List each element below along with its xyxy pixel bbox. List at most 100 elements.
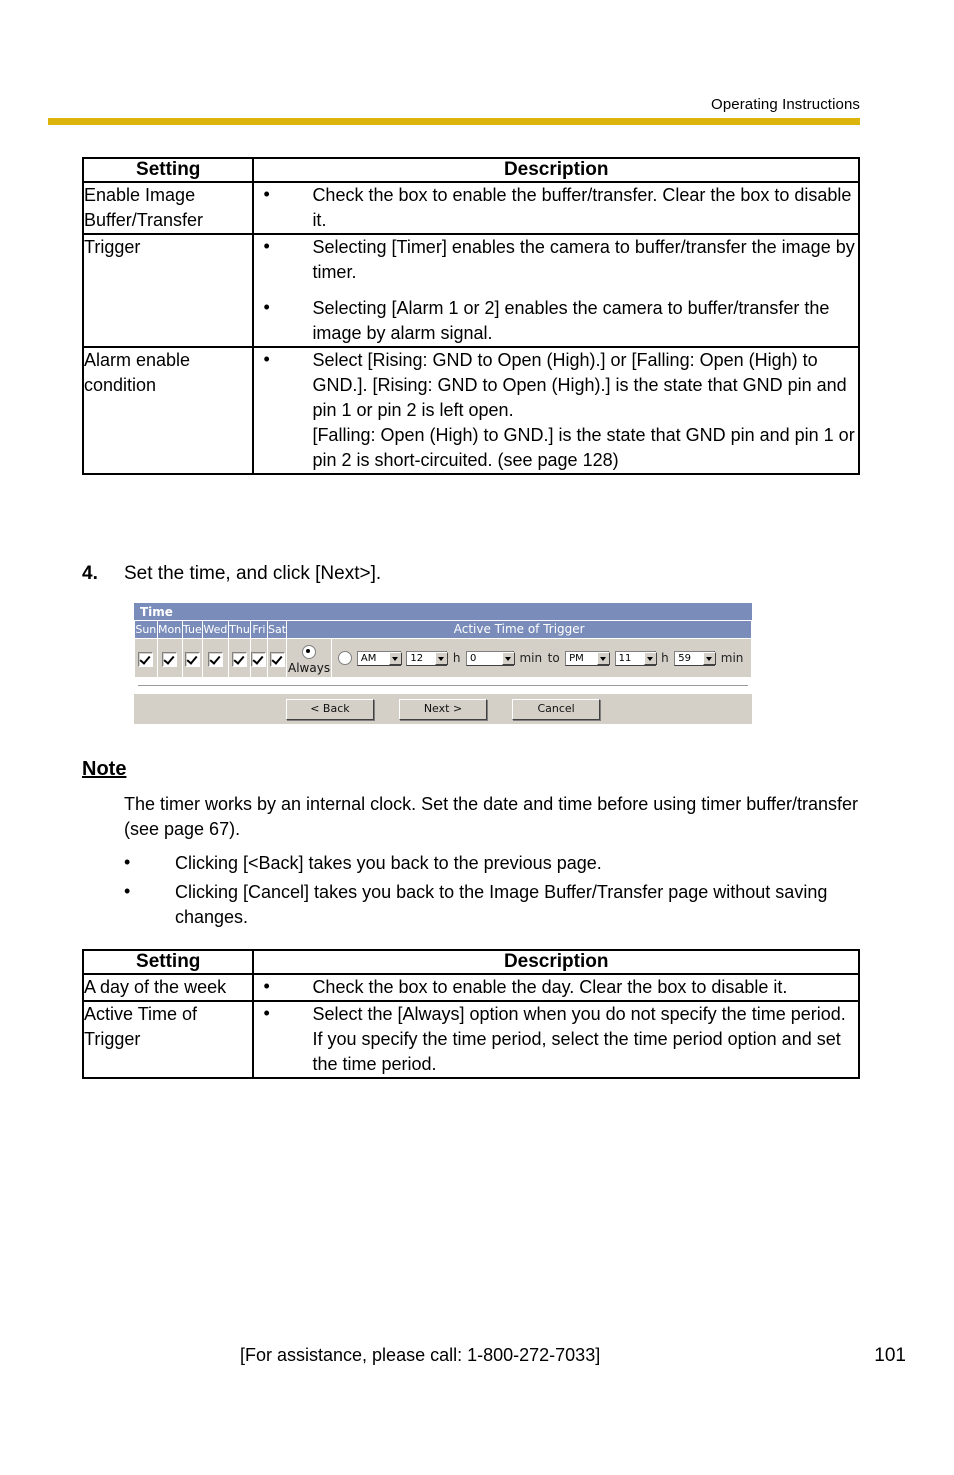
day-header-sun: Sun xyxy=(134,620,158,639)
list-item: • Select [Rising: GND to Open (High).] o… xyxy=(254,348,858,473)
day-checkbox-row: Always AM 12 h 0 min to PM 11 h 59 min xyxy=(134,638,753,678)
bullet-icon: • xyxy=(124,852,131,872)
day-cell-thu[interactable] xyxy=(227,638,252,678)
to-hour-unit: h xyxy=(661,651,669,665)
setting-description: • Selecting [Timer] enables the camera t… xyxy=(252,233,860,348)
header-title: Operating Instructions xyxy=(711,96,860,113)
always-label: Always xyxy=(288,661,331,675)
select-to-meridiem[interactable]: PM xyxy=(565,650,611,666)
setting-name: Enable Image Buffer/Transfer xyxy=(81,181,255,235)
column-header-description: Description xyxy=(252,157,860,183)
bullet-icon: • xyxy=(124,881,131,901)
settings-table-1: Setting Description Enable Image Buffer/… xyxy=(81,157,860,475)
note-heading: Note xyxy=(82,758,127,780)
checkbox-sat[interactable] xyxy=(269,651,285,667)
column-header-setting: Setting xyxy=(81,949,255,975)
setting-name: A day of the week xyxy=(81,973,255,1002)
select-to-minute[interactable]: 59 xyxy=(674,650,717,666)
note-paragraph: The timer works by an internal clock. Se… xyxy=(124,794,859,839)
chevron-down-icon[interactable] xyxy=(388,651,402,665)
chevron-down-icon[interactable] xyxy=(501,651,515,665)
to-label: to xyxy=(547,651,560,665)
bullet-text: Select [Rising: GND to Open (High).] or … xyxy=(312,350,855,470)
day-cell-fri[interactable] xyxy=(250,638,268,678)
checkbox-mon[interactable] xyxy=(162,651,178,667)
table-header-row: Setting Description xyxy=(81,157,860,183)
time-period-cell[interactable]: AM 12 h 0 min to PM 11 h 59 min xyxy=(330,638,753,678)
day-header-row: Sun Mon Tue Wed Thu Fri Sat Active Time … xyxy=(134,620,752,639)
back-button[interactable]: < Back xyxy=(285,699,374,720)
bullet-text: Clicking [Cancel] takes you back to the … xyxy=(175,882,828,927)
select-from-hour-value: 12 xyxy=(410,652,424,664)
select-from-meridiem-value: AM xyxy=(360,652,377,664)
bullet-text: Select the [Always] option when you do n… xyxy=(312,1004,846,1074)
note-body: The timer works by an internal clock. Se… xyxy=(124,792,864,930)
assistance-text: [For assistance, please call: 1-800-272-… xyxy=(240,1345,601,1365)
step-text: Set the time, and click [Next>]. xyxy=(124,563,382,584)
day-cell-sun[interactable] xyxy=(134,638,158,678)
day-header-sat: Sat xyxy=(266,620,288,639)
bullet-text: Clicking [<Back] takes you back to the p… xyxy=(175,853,602,873)
setting-name: Active Time of Trigger xyxy=(81,1000,255,1079)
bullet-text: Selecting [Timer] enables the camera to … xyxy=(312,237,855,282)
time-panel-body: Sun Mon Tue Wed Thu Fri Sat Active Time … xyxy=(134,620,753,724)
chevron-down-icon[interactable] xyxy=(703,651,717,665)
select-from-minute-value: 0 xyxy=(469,652,477,664)
from-hour-unit: h xyxy=(452,651,461,665)
bullet-icon: • xyxy=(263,976,270,996)
bullet-text: Check the box to enable the buffer/trans… xyxy=(312,185,852,230)
checkbox-thu[interactable] xyxy=(231,651,247,667)
camera-time-settings-screenshot: Time Sun Mon Tue Wed Thu Fri Sat Active … xyxy=(134,603,753,724)
cancel-button[interactable]: Cancel xyxy=(512,699,601,720)
select-from-meridiem[interactable]: AM xyxy=(356,650,402,666)
chevron-down-icon[interactable] xyxy=(597,651,611,665)
checkbox-sun[interactable] xyxy=(138,651,154,667)
checkbox-fri[interactable] xyxy=(251,651,267,667)
checkbox-tue[interactable] xyxy=(184,651,200,667)
chevron-down-icon[interactable] xyxy=(643,651,657,665)
next-button[interactable]: Next > xyxy=(399,699,487,720)
bullet-icon: • xyxy=(263,184,270,204)
radio-always[interactable] xyxy=(302,644,317,659)
select-to-meridiem-value: PM xyxy=(569,652,584,664)
radio-time-period[interactable] xyxy=(338,651,353,665)
bullet-list: • Check the box to enable the day. Clear… xyxy=(254,975,858,1000)
select-to-hour[interactable]: 11 xyxy=(614,650,657,666)
header-rule xyxy=(48,118,860,125)
time-panel-title: Time xyxy=(134,603,752,620)
day-cell-mon[interactable] xyxy=(156,638,183,678)
setting-name: Trigger xyxy=(81,233,255,348)
select-from-minute[interactable]: 0 xyxy=(465,650,515,666)
day-cell-sat[interactable] xyxy=(266,638,288,678)
wizard-button-bar: < Back Next > Cancel xyxy=(134,694,752,724)
settings-table-2: Setting Description A day of the week • … xyxy=(81,949,860,1079)
list-item: • Check the box to enable the day. Clear… xyxy=(254,975,858,1000)
to-minute-unit: min xyxy=(720,651,744,665)
table-row: Alarm enable condition • Select [Rising:… xyxy=(81,346,860,475)
select-from-hour[interactable]: 12 xyxy=(406,650,449,666)
day-header-fri: Fri xyxy=(250,620,268,639)
always-option-cell[interactable]: Always xyxy=(286,638,332,678)
page-number: 101 xyxy=(874,1345,906,1366)
table-row: Trigger • Selecting [Timer] enables the … xyxy=(81,233,860,348)
day-cell-tue[interactable] xyxy=(181,638,204,678)
chevron-down-icon[interactable] xyxy=(435,651,449,665)
day-header-thu: Thu xyxy=(227,620,252,639)
bullet-list: • Select [Rising: GND to Open (High).] o… xyxy=(254,348,858,473)
day-header-wed: Wed xyxy=(202,620,229,639)
bullet-text: Selecting [Alarm 1 or 2] enables the cam… xyxy=(312,298,830,343)
note-bullet-list: • Clicking [<Back] takes you back to the… xyxy=(124,851,864,930)
page-footer: [For assistance, please call: 1-800-272-… xyxy=(0,1345,954,1375)
setting-description: • Select the [Always] option when you do… xyxy=(252,1000,860,1079)
day-cell-wed[interactable] xyxy=(202,638,229,678)
bullet-icon: • xyxy=(263,349,270,369)
setting-name: Alarm enable condition xyxy=(81,346,255,475)
divider-line xyxy=(138,685,748,689)
bullet-icon: • xyxy=(263,1003,270,1023)
day-header-tue: Tue xyxy=(181,620,204,639)
table-row: A day of the week • Check the box to ena… xyxy=(81,973,860,1002)
panel-divider xyxy=(134,678,752,694)
table-row: Enable Image Buffer/Transfer • Check the… xyxy=(81,181,860,235)
bullet-text: Check the box to enable the day. Clear t… xyxy=(312,977,788,997)
checkbox-wed[interactable] xyxy=(207,651,223,667)
